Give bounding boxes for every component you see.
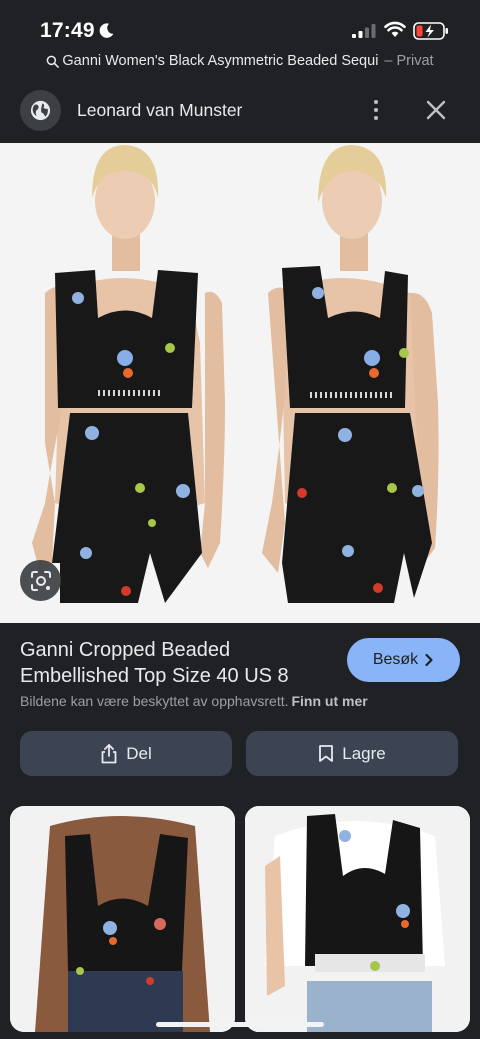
related-image-1[interactable] [10, 806, 235, 1032]
product-title[interactable]: Ganni Cropped Beaded Embellished Top Siz… [20, 637, 320, 689]
status-time: 17:49 [40, 19, 95, 42]
source-header: Leonard van Munster [0, 82, 480, 140]
save-button[interactable]: Lagre [246, 731, 458, 776]
moon-icon [99, 23, 114, 38]
visit-button[interactable]: Besøk [347, 638, 460, 682]
related-image-2[interactable] [245, 806, 470, 1032]
search-icon [47, 55, 60, 68]
copyright-notice: Bildene kan være beskyttet av opphavsret… [20, 693, 368, 709]
wifi-icon [384, 21, 406, 37]
status-bar: 17:49 [0, 0, 480, 50]
share-icon [101, 743, 117, 763]
close-icon[interactable] [422, 96, 450, 124]
bookmark-icon [319, 745, 334, 762]
visit-label: Besøk [372, 651, 419, 668]
chevron-right-icon [425, 653, 433, 667]
signal-icon [352, 24, 376, 38]
globe-icon [20, 90, 61, 131]
url-bar[interactable]: Ganni Women's Black Asymmetric Beaded Se… [0, 50, 480, 72]
site-name[interactable]: Leonard van Munster [77, 100, 242, 121]
battery-low-charging-icon [413, 22, 448, 40]
lens-icon[interactable] [20, 560, 61, 601]
private-mode-label: – Privat [384, 53, 434, 69]
more-vert-icon[interactable] [364, 96, 388, 124]
copyright-text: Bildene kan være beskyttet av opphavsret… [20, 693, 289, 709]
url-text: Ganni Women's Black Asymmetric Beaded Se… [62, 53, 379, 69]
share-label: Del [126, 743, 152, 763]
learn-more-link[interactable]: Finn ut mer [291, 693, 367, 709]
share-button[interactable]: Del [20, 731, 232, 776]
main-product-image[interactable] [0, 143, 480, 623]
home-indicator[interactable] [156, 1022, 324, 1027]
save-label: Lagre [342, 743, 386, 763]
